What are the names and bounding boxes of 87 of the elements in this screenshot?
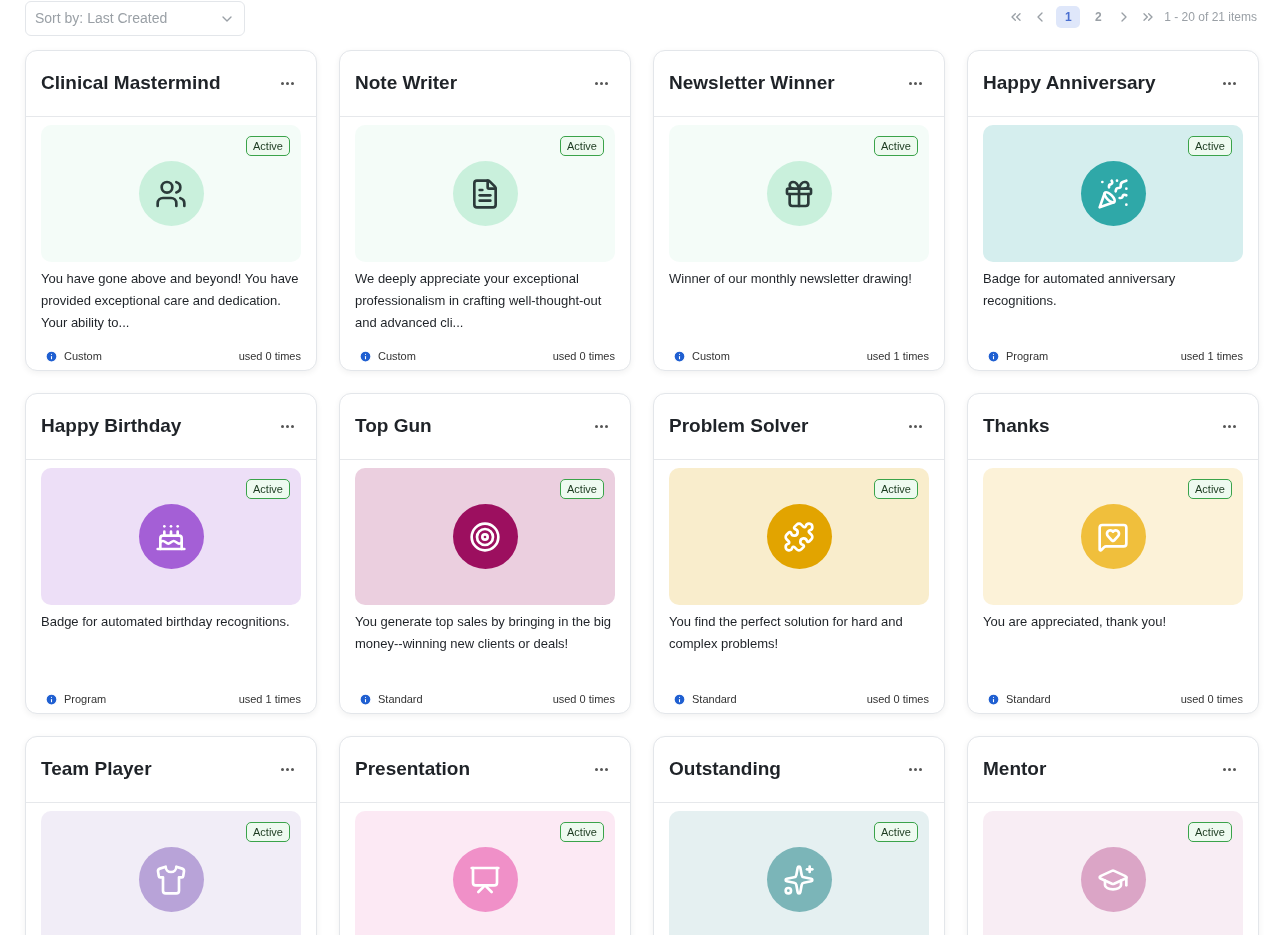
- usage-count: used 1 times: [1180, 349, 1243, 364]
- status-badge: Active: [874, 479, 918, 499]
- info-icon: [359, 349, 372, 363]
- card-title: Top Gun: [355, 414, 432, 439]
- badge-card[interactable]: Team Player Active: [25, 736, 317, 935]
- more-icon: [594, 82, 608, 85]
- more-icon: [280, 82, 294, 85]
- card-description: You are appreciated, thank you!: [983, 613, 1168, 631]
- sparkles-icon: [783, 863, 815, 896]
- target-icon: [469, 520, 501, 553]
- more-icon: [280, 768, 294, 771]
- status-badge: Active: [1188, 479, 1232, 499]
- badge-type: Standard: [378, 692, 423, 707]
- items-summary: 1 - 20 of 21 items: [1164, 9, 1257, 26]
- card-title: Presentation: [355, 757, 471, 782]
- party-popper-icon: [1097, 177, 1129, 210]
- badge-card[interactable]: Presentation Active: [339, 736, 631, 935]
- status-badge: Active: [1188, 822, 1232, 842]
- badge-type: Standard: [692, 692, 737, 707]
- more-icon: [1222, 425, 1236, 428]
- more-icon: [594, 425, 608, 428]
- badge-type: Standard: [1006, 692, 1051, 707]
- card-title: Happy Birthday: [41, 414, 182, 439]
- status-badge: Active: [874, 136, 918, 156]
- badge-card[interactable]: Newsletter Winner Active Winner of our monthly newsletter drawing! Custom used 1 times: [653, 50, 945, 371]
- usage-count: used 0 times: [552, 692, 615, 707]
- card-description: You find the perfect solution for hard and complex problems!: [669, 613, 904, 653]
- info-icon: [987, 349, 1000, 363]
- status-badge: Active: [246, 479, 290, 499]
- card-title: Problem Solver: [669, 414, 809, 439]
- badge-card[interactable]: Problem Solver Active You find the perfect solution for hard and complex problems! Standard used 0 times: [653, 393, 945, 714]
- puzzle-icon: [783, 520, 815, 553]
- usage-count: used 0 times: [552, 349, 615, 364]
- more-icon: [1222, 82, 1236, 85]
- card-description: We deeply appreciate your exceptional professionalism in crafting well-thought-out and advanced cli...: [355, 270, 603, 332]
- usage-count: used 1 times: [866, 349, 929, 364]
- usage-count: used 1 times: [238, 692, 301, 707]
- badge-card[interactable]: Clinical Mastermind Active You have gone above and beyond! You have provided exceptional care and dedication. Your ability to... Custom used 0 times: [25, 50, 317, 371]
- card-title: Team Player: [41, 757, 152, 782]
- badge-card[interactable]: Outstanding Active: [653, 736, 945, 935]
- info-icon: [359, 692, 372, 706]
- card-description: Badge for automated anniversary recognitions.: [983, 270, 1177, 310]
- more-icon: [1222, 768, 1236, 771]
- more-icon: [908, 82, 922, 85]
- info-icon: [987, 692, 1000, 706]
- more-icon: [908, 425, 922, 428]
- card-description: You have gone above and beyond! You have provided exceptional care and dedication. Your ability to...: [41, 270, 300, 332]
- usage-count: used 0 times: [866, 692, 929, 707]
- card-title: Thanks: [983, 414, 1050, 439]
- info-icon: [673, 692, 686, 706]
- shirt-icon: [155, 863, 187, 896]
- badge-card[interactable]: Happy Anniversary Active Badge for automated anniversary recognitions. Program used 1 times: [967, 50, 1259, 371]
- badge-type: Custom: [692, 349, 730, 364]
- badge-card[interactable]: Happy Birthday Active Badge for automated birthday recognitions. Program used 1 times: [25, 393, 317, 714]
- badge-card[interactable]: Mentor Active: [967, 736, 1259, 935]
- badge-card[interactable]: Top Gun Active You generate top sales by bringing in the big money--winning new clients or deals! Standard used 0 times: [339, 393, 631, 714]
- status-badge: Active: [246, 136, 290, 156]
- page-button[interactable]: 1: [1056, 6, 1081, 28]
- more-icon: [908, 768, 922, 771]
- badge-card[interactable]: Note Writer Active We deeply appreciate your exceptional professionalism in crafting well-thought-out and advanced cli... Custom used 0 times: [339, 50, 631, 371]
- usage-count: used 0 times: [238, 349, 301, 364]
- card-title: Outstanding: [669, 757, 781, 782]
- card-title: Mentor: [983, 757, 1047, 782]
- status-badge: Active: [874, 822, 918, 842]
- card-title: Newsletter Winner: [669, 71, 835, 96]
- status-badge: Active: [560, 479, 604, 499]
- info-icon: [673, 349, 686, 363]
- badge-type: Custom: [64, 349, 102, 364]
- card-title: Happy Anniversary: [983, 71, 1156, 96]
- usage-count: used 0 times: [1180, 692, 1243, 707]
- more-icon: [594, 768, 608, 771]
- card-description: You generate top sales by bringing in the big money--winning new clients or deals!: [355, 613, 613, 653]
- card-description: Winner of our monthly newsletter drawing!: [669, 270, 913, 288]
- badge-type: Program: [1006, 349, 1049, 364]
- badge-type: Custom: [378, 349, 416, 364]
- card-title: Clinical Mastermind: [41, 71, 221, 96]
- status-badge: Active: [246, 822, 290, 842]
- badge-card[interactable]: Thanks Active You are appreciated, thank you! Standard used 0 times: [967, 393, 1259, 714]
- info-icon: [45, 692, 58, 706]
- status-badge: Active: [1188, 136, 1232, 156]
- more-icon: [280, 425, 294, 428]
- info-icon: [45, 349, 58, 363]
- card-title: Note Writer: [355, 71, 458, 96]
- status-badge: Active: [560, 136, 604, 156]
- card-description: Badge for automated birthday recognitions.: [41, 613, 291, 631]
- badge-type: Program: [64, 692, 107, 707]
- status-badge: Active: [560, 822, 604, 842]
